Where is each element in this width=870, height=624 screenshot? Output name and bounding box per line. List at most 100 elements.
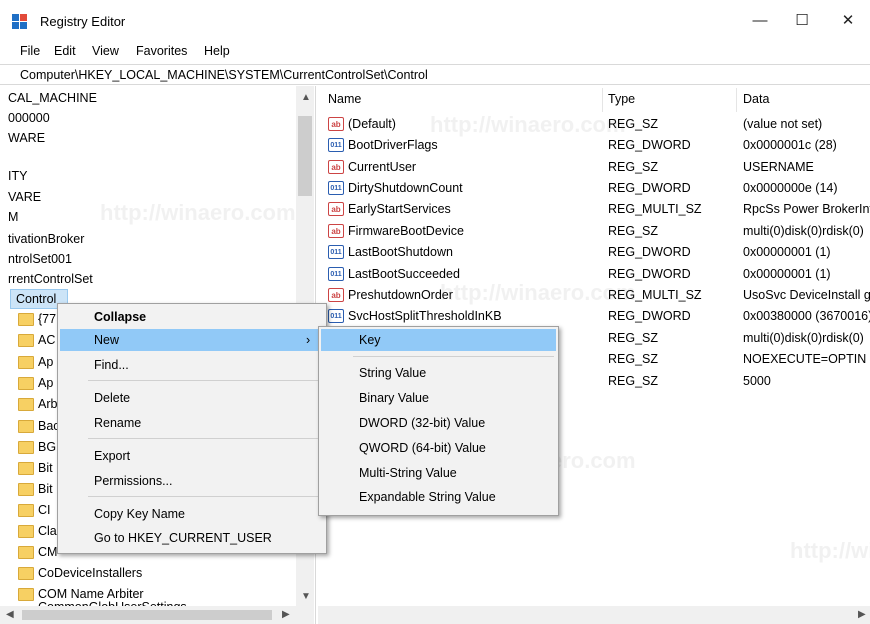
menu-item-copy-key-name[interactable]: Copy Key Name xyxy=(60,503,324,525)
menu-file[interactable]: File xyxy=(20,44,40,58)
menu-item-new-label: New xyxy=(94,333,120,347)
menu-help[interactable]: Help xyxy=(204,44,230,58)
binary-value-icon: 011 xyxy=(328,181,344,195)
value-row[interactable]: 011 DirtyShutdownCount REG_DWORD 0x00000… xyxy=(318,178,870,199)
folder-icon xyxy=(18,377,34,390)
tree-item-control[interactable]: Control xyxy=(16,289,56,309)
tree-folder-item[interactable]: BG xyxy=(38,437,56,457)
value-row[interactable]: ab CurrentUser REG_SZ USERNAME xyxy=(318,157,870,178)
submenu-item-dword-value[interactable]: DWORD (32-bit) Value xyxy=(321,412,556,434)
column-header-data[interactable]: Data xyxy=(743,92,769,106)
value-row[interactable]: 011 LastBootShutdown REG_DWORD 0x0000000… xyxy=(318,242,870,263)
value-row[interactable]: ab FirmwareBootDevice REG_SZ multi(0)dis… xyxy=(318,221,870,242)
list-horizontal-scrollbar[interactable] xyxy=(318,606,870,624)
folder-icon xyxy=(18,398,34,411)
tree-item[interactable]: rrentControlSet xyxy=(8,269,93,289)
binary-value-icon: 011 xyxy=(328,138,344,152)
folder-icon xyxy=(18,313,34,326)
tree-folder-item[interactable]: Arb xyxy=(38,394,57,414)
tree-folder-item[interactable]: {77 xyxy=(38,309,56,329)
tree-item[interactable]: tivationBroker xyxy=(8,229,84,249)
watermark-text: http://winaero.com xyxy=(790,538,870,563)
scroll-down-icon[interactable]: ▼ xyxy=(301,591,311,602)
value-type: REG_DWORD xyxy=(608,245,691,259)
column-divider[interactable] xyxy=(736,88,737,112)
menu-edit[interactable]: Edit xyxy=(54,44,76,58)
tree-folder-item[interactable]: CoDeviceInstallers xyxy=(38,563,142,583)
value-data: 5000 xyxy=(743,374,771,388)
minimize-button[interactable]: — xyxy=(740,8,780,34)
menu-item-goto-hkcu[interactable]: Go to HKEY_CURRENT_USER xyxy=(60,527,324,549)
submenu-item-expandable-string-value[interactable]: Expandable String Value xyxy=(321,486,556,508)
value-data: RpcSs Power BrokerInf xyxy=(743,202,870,216)
folder-icon xyxy=(18,546,34,559)
value-name: FirmwareBootDevice xyxy=(348,224,465,238)
column-divider[interactable] xyxy=(602,88,603,112)
column-header-type[interactable]: Type xyxy=(608,92,635,106)
tree-vertical-scroll-thumb[interactable] xyxy=(298,116,312,196)
maximize-button[interactable]: ☐ xyxy=(782,8,822,34)
watermark-text: http://winaero.com xyxy=(430,112,626,137)
submenu-item-string-value[interactable]: String Value xyxy=(321,362,556,384)
tree-item[interactable]: ITY xyxy=(8,166,27,186)
tree-item[interactable]: ntrolSet001 xyxy=(8,249,72,269)
tree-folder-item[interactable]: CM xyxy=(38,542,57,562)
tree-horizontal-scroll-thumb[interactable] xyxy=(22,610,272,620)
tree-item[interactable]: 000000 xyxy=(8,108,50,128)
value-type: REG_DWORD xyxy=(608,181,691,195)
tree-folder-item[interactable]: Ap xyxy=(38,373,53,393)
close-button[interactable]: ✕ xyxy=(828,8,868,34)
tree-folder-item[interactable]: Bit xyxy=(38,479,53,499)
menu-item-rename[interactable]: Rename xyxy=(60,412,324,434)
string-value-icon: ab xyxy=(328,117,344,131)
binary-value-icon: 011 xyxy=(328,309,344,323)
value-row[interactable]: 011 SvcHostSplitThresholdInKB REG_DWORD … xyxy=(318,306,870,327)
tree-item[interactable]: WARE xyxy=(8,128,45,148)
submenu-item-multi-string-value[interactable]: Multi-String Value xyxy=(321,462,556,484)
value-type: REG_DWORD xyxy=(608,138,691,152)
tree-item[interactable]: VARE xyxy=(8,187,41,207)
menu-bar: File Edit View Favorites Help xyxy=(0,40,870,62)
submenu-item-qword-value[interactable]: QWORD (64-bit) Value xyxy=(321,437,556,459)
menu-item-find[interactable]: Find... xyxy=(60,354,324,376)
value-type: REG_MULTI_SZ xyxy=(608,202,702,216)
tree-item[interactable]: M xyxy=(8,207,18,227)
folder-icon xyxy=(18,504,34,517)
binary-value-icon: 011 xyxy=(328,267,344,281)
tree-folder-item[interactable]: Bit xyxy=(38,458,53,478)
menu-separator xyxy=(88,380,322,381)
title-bar: Registry Editor — ☐ ✕ xyxy=(0,0,870,40)
string-value-icon: ab xyxy=(328,160,344,174)
menu-item-delete[interactable]: Delete xyxy=(60,387,324,409)
submenu-item-key[interactable]: Key xyxy=(321,329,556,351)
tree-folder-item[interactable]: AC xyxy=(38,330,55,350)
submenu-item-binary-value[interactable]: Binary Value xyxy=(321,387,556,409)
folder-icon xyxy=(18,462,34,475)
window-title: Registry Editor xyxy=(40,14,126,29)
menu-item-export[interactable]: Export xyxy=(60,445,324,467)
scroll-left-icon[interactable]: ◀ xyxy=(6,609,14,620)
value-data: (value not set) xyxy=(743,117,823,131)
tree-item[interactable]: CAL_MACHINE xyxy=(8,88,97,108)
watermark-text: http://winaero.com xyxy=(440,280,636,305)
value-name: SvcHostSplitThresholdInKB xyxy=(348,309,502,323)
address-bar[interactable]: Computer\HKEY_LOCAL_MACHINE\SYSTEM\Curre… xyxy=(0,64,870,85)
menu-item-new[interactable]: New › xyxy=(60,329,324,351)
menu-view[interactable]: View xyxy=(92,44,119,58)
value-data: 0x0000000e (14) xyxy=(743,181,838,195)
menu-item-collapse[interactable]: Collapse xyxy=(60,306,324,328)
folder-icon xyxy=(18,441,34,454)
value-row[interactable]: 011 BootDriverFlags REG_DWORD 0x0000001c… xyxy=(318,135,870,156)
scroll-right-icon[interactable]: ▶ xyxy=(282,609,290,620)
menu-item-permissions[interactable]: Permissions... xyxy=(60,470,324,492)
scroll-right-icon[interactable]: ▶ xyxy=(858,609,866,620)
folder-icon xyxy=(18,588,34,601)
tree-folder-item[interactable]: Cla xyxy=(38,521,57,541)
column-header-name[interactable]: Name xyxy=(328,92,361,106)
tree-folder-item[interactable]: Ap xyxy=(38,352,53,372)
value-row[interactable]: ab EarlyStartServices REG_MULTI_SZ RpcSs… xyxy=(318,199,870,220)
folder-icon xyxy=(18,567,34,580)
menu-favorites[interactable]: Favorites xyxy=(136,44,187,58)
scroll-up-icon[interactable]: ▲ xyxy=(301,92,311,103)
tree-folder-item[interactable]: CI xyxy=(38,500,51,520)
